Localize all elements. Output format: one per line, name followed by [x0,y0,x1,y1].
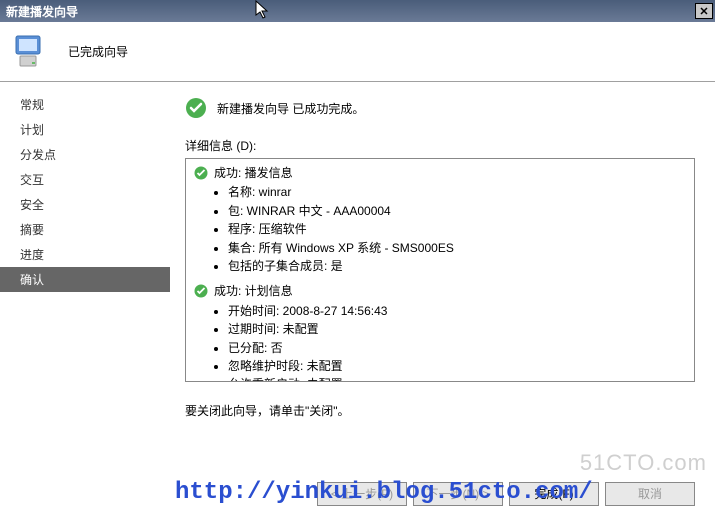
sidebar-item-interaction[interactable]: 交互 [0,167,170,192]
detail-item: 包括的子集合成员: 是 [228,258,686,275]
section-bullets: 开始时间: 2008-8-27 14:56:43 过期时间: 未配置 已分配: … [228,303,686,382]
sidebar-item-schedule[interactable]: 计划 [0,117,170,142]
details-label: 详细信息 (D): [185,137,695,154]
section-title: 成功: 播发信息 [214,165,293,182]
detail-item: 允许重新启动: 未配置 [228,376,686,382]
next-button: 下一步(N) > [413,482,503,506]
detail-item: 包: WINRAR 中文 - AAA00004 [228,203,686,220]
section-bullets: 名称: winrar 包: WINRAR 中文 - AAA00004 程序: 压… [228,184,686,275]
button-row: < 上一步(P) 下一步(N) > 完成(F) 取消 [317,482,695,506]
detail-item: 集合: 所有 Windows XP 系统 - SMS000ES [228,240,686,257]
detail-item: 名称: winrar [228,184,686,201]
wizard-header: 已完成向导 [0,22,715,82]
close-instruction: 要关闭此向导，请单击"关闭"。 [185,402,695,419]
finish-button[interactable]: 完成(F) [509,482,599,506]
page-title: 已完成向导 [68,43,128,60]
detail-item: 忽略维护时段: 未配置 [228,358,686,375]
detail-item: 程序: 压缩软件 [228,221,686,238]
title-bar: 新建播发向导 ✕ [0,0,715,22]
computer-icon [10,32,50,72]
detail-item: 开始时间: 2008-8-27 14:56:43 [228,303,686,320]
success-check-icon [194,166,208,180]
success-check-icon [185,97,207,119]
wizard-content: 新建播发向导 已成功完成。 详细信息 (D): 成功: 播发信息 名称: win… [170,82,715,514]
wizard-sidebar: 常规 计划 分发点 交互 安全 摘要 进度 确认 [0,82,170,514]
sidebar-item-distpoints[interactable]: 分发点 [0,142,170,167]
window-title: 新建播发向导 [6,3,78,20]
detail-item: 已分配: 否 [228,340,686,357]
close-icon[interactable]: ✕ [695,3,713,19]
success-message: 新建播发向导 已成功完成。 [217,100,364,117]
details-textbox[interactable]: 成功: 播发信息 名称: winrar 包: WINRAR 中文 - AAA00… [185,158,695,382]
sidebar-item-summary[interactable]: 摘要 [0,217,170,242]
cancel-button: 取消 [605,482,695,506]
section-title: 成功: 计划信息 [214,283,293,300]
sidebar-item-confirm[interactable]: 确认 [0,267,170,292]
detail-item: 过期时间: 未配置 [228,321,686,338]
sidebar-item-general[interactable]: 常规 [0,92,170,117]
previous-button: < 上一步(P) [317,482,407,506]
sidebar-item-progress[interactable]: 进度 [0,242,170,267]
success-check-icon [194,284,208,298]
sidebar-item-security[interactable]: 安全 [0,192,170,217]
